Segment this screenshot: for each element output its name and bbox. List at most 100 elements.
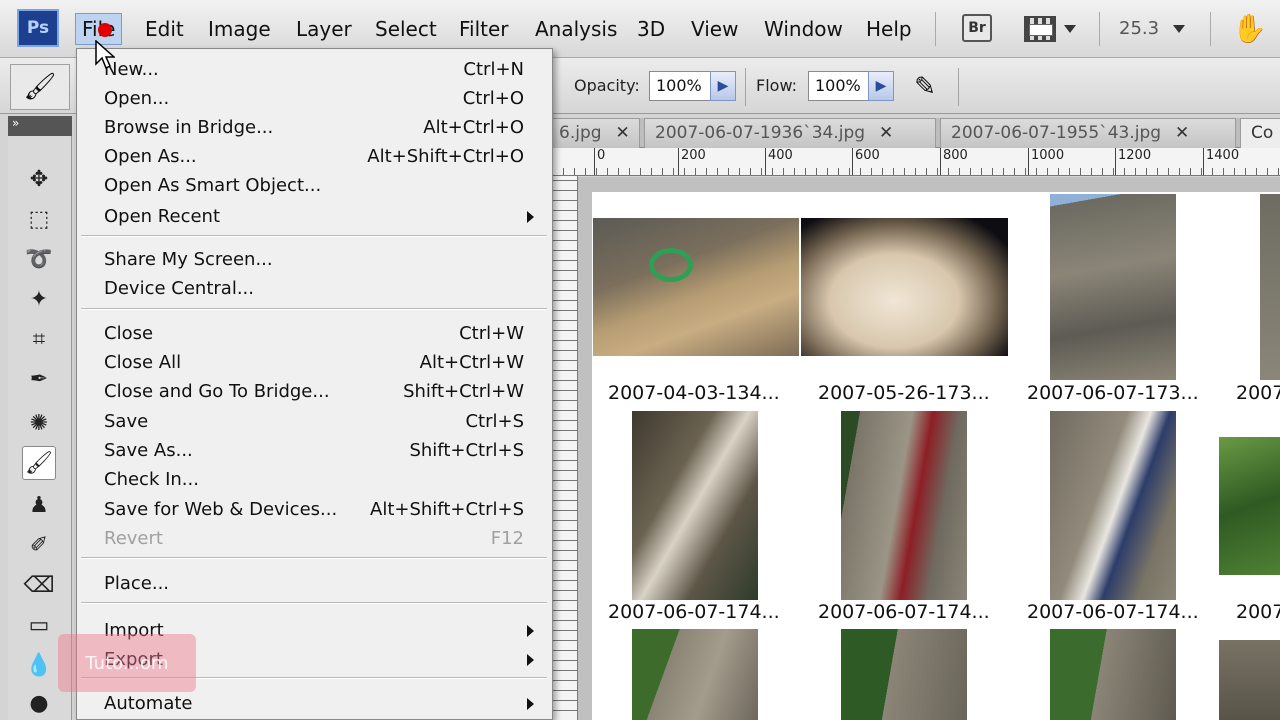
close-icon[interactable]: ✕ [616,123,630,143]
tab-document-active[interactable]: Co [1240,118,1280,148]
menu-image[interactable]: Image [208,16,271,42]
toolbox-collapse-icon[interactable]: » [8,116,72,136]
menubar-divider [935,12,936,46]
thumbnail-image[interactable] [1050,629,1176,720]
history-brush-icon[interactable]: ✐ [22,528,56,562]
click-indicator [98,23,112,37]
menu-item-automate[interactable]: Automate [104,692,534,716]
menu-item-place[interactable]: Place... [104,572,524,596]
tab-document-3[interactable]: 2007-06-07-1955`43.jpg ✕ [940,118,1236,148]
thumbnail-label: 2007-06-07-174... [1027,601,1199,623]
menu-separator [81,557,547,559]
menu-separator [81,308,547,310]
flow-input[interactable]: 100% [808,71,870,101]
flow-label: Flow: [756,76,798,95]
thumbnail-image[interactable] [841,411,967,600]
thumbnail-image[interactable] [632,411,758,600]
gradient-tool-icon[interactable]: ▭ [22,608,56,642]
menu-item-new[interactable]: New... Ctrl+N [104,58,524,82]
menu-edit[interactable]: Edit [145,16,184,42]
menu-item-open-recent[interactable]: Open Recent [104,205,534,229]
brush-tool-icon[interactable]: 🖌 [22,446,56,480]
menu-view[interactable]: View [691,16,738,42]
thumbnail-image[interactable] [593,218,799,356]
menu-item-close-and-go-to-bridge[interactable]: Close and Go To Bridge... Shift+Ctrl+W [104,380,524,404]
menubar-divider [1099,12,1100,46]
thumbnail-image[interactable] [801,218,1008,356]
file-menu-dropdown: New... Ctrl+N Open... Ctrl+O Browse in Bri… [76,48,553,720]
dodge-tool-icon[interactable]: ● [22,686,56,720]
healing-brush-icon[interactable]: ✺ [22,406,56,440]
tab-document-1[interactable]: 6.jpg ✕ [548,118,640,148]
thumbnail-label: 2007-06-07-174... [818,601,990,623]
thumbnail-label: 2007-06-07-174... [608,601,780,623]
menu-item-open[interactable]: Open... Ctrl+O [104,87,524,111]
eyedropper-tool-icon[interactable]: ✒ [22,362,56,396]
menu-filter[interactable]: Filter [459,16,509,42]
menu-item-device-central[interactable]: Device Central... [104,277,524,301]
thumbnail-label: 2007-05-26-173... [818,382,990,404]
toolbox: ✥ ⬚ ➰ ✦ ⌗ ✒ ✺ 🖌 ♟ ✐ ⌫ ▭ 💧 ● [8,136,72,720]
menu-layer[interactable]: Layer [296,16,352,42]
bridge-button[interactable]: Br [962,14,992,42]
menu-window[interactable]: Window [764,16,843,42]
brush-preset-icon[interactable]: 🖌 [10,64,70,110]
tab-document-2[interactable]: 2007-06-07-1936`34.jpg ✕ [644,118,936,148]
thumbnail-image[interactable] [1219,640,1280,720]
document-tabs: 6.jpg ✕ 2007-06-07-1936`34.jpg ✕ 2007-06-0… [548,118,1280,148]
move-tool-icon[interactable]: ✥ [22,162,56,196]
ruler-minor-ticks [552,168,1280,175]
mouse-cursor-icon [95,39,116,74]
menu-item-save[interactable]: Save Ctrl+S [104,410,524,434]
menu-3d[interactable]: 3D [637,16,665,42]
menu-analysis[interactable]: Analysis [535,16,617,42]
thumbnail-image[interactable] [841,629,967,720]
thumbnail-label: 2007-04-03-134... [608,382,780,404]
options-divider [745,68,746,106]
submenu-arrow-icon [527,625,534,637]
close-icon[interactable]: ✕ [879,123,893,143]
options-divider [958,68,959,106]
menu-item-check-in[interactable]: Check In... [104,468,524,492]
menu-item-save-as[interactable]: Save As... Shift+Ctrl+S [104,439,524,463]
hand-tool-icon[interactable]: ✋ [1232,12,1267,45]
submenu-arrow-icon [527,698,534,710]
lasso-tool-icon[interactable]: ➰ [22,242,56,276]
eraser-tool-icon[interactable]: ⌫ [22,568,56,602]
menu-select[interactable]: Select [375,16,437,42]
magic-wand-icon[interactable]: ✦ [22,282,56,316]
menu-item-browse-in-bridge[interactable]: Browse in Bridge... Alt+Ctrl+O [104,116,524,140]
zoom-level[interactable]: 25.3 [1119,18,1159,39]
crop-tool-icon[interactable]: ⌗ [22,322,56,356]
thumbnail-label: 2007 [1236,601,1280,623]
thumbnail-image[interactable] [632,629,758,720]
vertical-ruler [552,176,578,720]
marquee-tool-icon[interactable]: ⬚ [22,202,56,236]
thumbnail-image[interactable] [1260,194,1280,380]
menu-item-open-as[interactable]: Open As... Alt+Shift+Ctrl+O [104,145,524,169]
clone-stamp-icon[interactable]: ♟ [22,488,56,522]
thumbnail-image[interactable] [1050,194,1176,380]
airbrush-icon[interactable]: ✎ [905,70,945,104]
menu-separator [81,235,547,237]
opacity-input[interactable]: 100% [649,71,711,101]
flow-slider-arrow-icon[interactable]: ▶ [868,71,894,101]
menu-item-save-for-web[interactable]: Save for Web & Devices... Alt+Shift+Ctrl+… [104,498,524,522]
thumbnail-image[interactable] [1219,437,1280,575]
thumbnail-image[interactable] [1050,411,1176,600]
chevron-down-icon[interactable] [1173,25,1185,33]
close-icon[interactable]: ✕ [1175,123,1189,143]
thumbnail-label: 2007-06-07-173... [1027,382,1199,404]
menu-item-open-as-smart-object[interactable]: Open As Smart Object... [104,174,524,198]
horizontal-ruler: 0 200 400 600 800 1000 1200 1400 [552,148,1280,176]
watermark-logo: Tuto...om [58,634,196,692]
chevron-down-icon[interactable] [1064,25,1076,33]
opacity-slider-arrow-icon[interactable]: ▶ [710,71,736,101]
menu-help[interactable]: Help [866,16,912,42]
blur-tool-icon[interactable]: 💧 [22,648,56,682]
menu-item-close-all[interactable]: Close All Alt+Ctrl+W [104,351,524,375]
menu-item-close[interactable]: Close Ctrl+W [104,322,524,346]
menu-item-share-my-screen[interactable]: Share My Screen... [104,248,524,272]
screen-mode-icon[interactable] [1024,16,1056,42]
menu-separator [81,602,547,604]
